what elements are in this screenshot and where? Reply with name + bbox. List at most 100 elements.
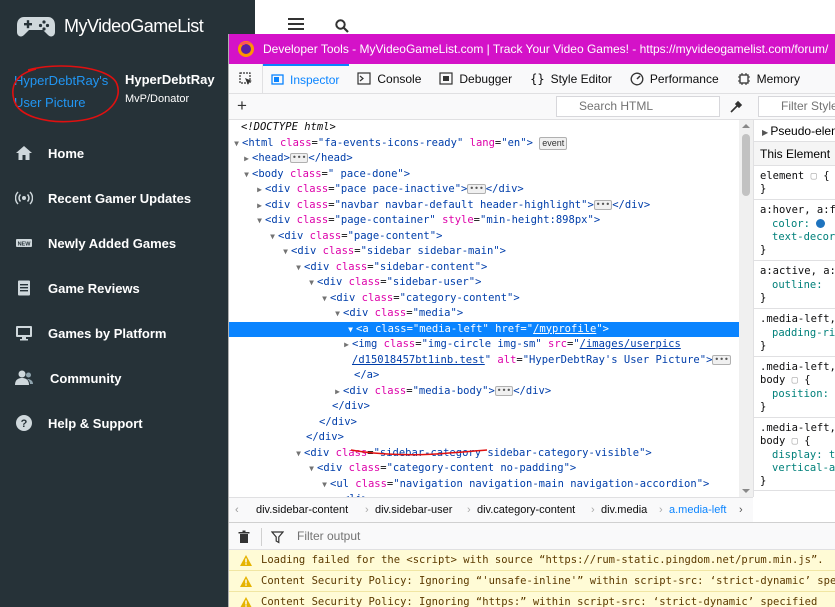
- markup-row[interactable]: ▼ <div class="category-content">: [229, 291, 739, 307]
- markup-row[interactable]: ▶ <div class="media-body"> ••• </div>: [229, 384, 739, 400]
- collapse-arrow-icon[interactable]: ▼: [241, 167, 252, 183]
- tab-inspector[interactable]: Inspector: [263, 63, 350, 94]
- attr-link[interactable]: /d15018457bt1inb.test: [352, 354, 485, 366]
- nav-item-games-by-platform[interactable]: Games by Platform: [14, 322, 167, 344]
- collapse-arrow-icon[interactable]: ▼: [254, 213, 265, 229]
- markup-row[interactable]: /d15018457bt1inb.test" alt="HyperDebtRay…: [229, 353, 739, 369]
- rule-selector[interactable]: .media-left,: [760, 313, 835, 326]
- markup-row[interactable]: <!DOCTYPE html>: [229, 120, 739, 136]
- trash-icon[interactable]: [237, 530, 251, 544]
- markup-row[interactable]: ▶ <img class="img-circle img-sm" src="/im…: [229, 337, 739, 353]
- markup-row[interactable]: ▼ <div class="page-content">: [229, 229, 739, 245]
- console-warning-row[interactable]: Loading failed for the <script> with sou…: [229, 550, 835, 571]
- console-filter-input[interactable]: Filter output: [297, 529, 360, 543]
- scroll-down-arrow-icon[interactable]: [742, 487, 750, 495]
- rule-property[interactable]: position:: [772, 388, 829, 401]
- tab-console[interactable]: Console: [349, 64, 431, 94]
- collapse-arrow-icon[interactable]: ▼: [293, 260, 304, 276]
- markup-row[interactable]: ▼ <div class="media">: [229, 306, 739, 322]
- collapse-arrow-icon[interactable]: ▼: [319, 291, 330, 307]
- nav-item-help-support[interactable]: ? Help & Support: [14, 412, 143, 434]
- markup-row[interactable]: </div>: [229, 399, 739, 415]
- add-node-button[interactable]: +: [237, 97, 247, 115]
- expand-arrow-icon[interactable]: ▶: [332, 384, 343, 400]
- ellipsis-badge[interactable]: •••: [467, 184, 486, 194]
- search-icon[interactable]: [335, 19, 349, 33]
- markup-row[interactable]: </div>: [229, 430, 739, 446]
- breadcrumb-item[interactable]: div.category-content: [477, 498, 575, 522]
- markup-row[interactable]: </a>: [229, 368, 739, 384]
- markup-row[interactable]: ▶ <div class="pace pace-inactive"> ••• </di…: [229, 182, 739, 198]
- tab-style-editor[interactable]: {} Style Editor: [522, 64, 622, 94]
- collapse-arrow-icon[interactable]: ▼: [319, 477, 330, 493]
- collapse-arrow-icon[interactable]: ▼: [306, 461, 317, 477]
- nav-item-community[interactable]: Community: [14, 367, 122, 389]
- rule-selector[interactable]: .media-left,: [760, 422, 835, 435]
- expand-arrow-icon[interactable]: ▶: [254, 198, 265, 214]
- user-name[interactable]: HyperDebtRay: [125, 72, 215, 87]
- markup-row[interactable]: ▼ <div class="page-container" style="min-…: [229, 213, 739, 229]
- ellipsis-badge[interactable]: •••: [593, 199, 613, 210]
- collapse-arrow-icon[interactable]: ▼: [280, 244, 291, 260]
- rule-selector[interactable]: a:hover, a:focus: [760, 204, 835, 217]
- rule-selector[interactable]: a:active, a:hover: [760, 265, 835, 278]
- devtools-titlebar[interactable]: Developer Tools - MyVideoGameList.com | …: [229, 34, 835, 64]
- collapse-arrow-icon[interactable]: ▼: [267, 229, 278, 245]
- markup-row[interactable]: ▶ <div class="navbar navbar-default heade…: [229, 198, 739, 214]
- rule-property[interactable]: text-decoration: [772, 231, 835, 244]
- rule-property[interactable]: display: t: [772, 449, 835, 462]
- hamburger-menu-icon[interactable]: [288, 18, 304, 30]
- rule-selector[interactable]: .media-left,: [760, 361, 835, 374]
- collapse-arrow-icon[interactable]: ▼: [332, 306, 343, 322]
- pick-element-button[interactable]: [229, 63, 263, 94]
- expand-arrow-icon[interactable]: ▶: [241, 151, 252, 167]
- rule-property[interactable]: outline:: [772, 279, 823, 292]
- event-badge[interactable]: event: [539, 136, 568, 150]
- console-warning-row[interactable]: Content Security Policy: Ignoring “'unsa…: [229, 571, 835, 592]
- markup-row[interactable]: ▶ <head> ••• </head>: [229, 151, 739, 167]
- ellipsis-badge[interactable]: •••: [494, 385, 514, 396]
- markup-row[interactable]: ▼ <html class="fa-events-icons-ready" lan…: [229, 136, 739, 152]
- tab-performance[interactable]: Performance: [622, 64, 729, 94]
- scrollbar-thumb[interactable]: [742, 134, 750, 196]
- markup-row[interactable]: ▼ <div class="sidebar-content">: [229, 260, 739, 276]
- collapse-arrow-icon[interactable]: ▼: [306, 275, 317, 291]
- breadcrumb-item-active[interactable]: a.media-left: [669, 498, 726, 522]
- breadcrumb-item[interactable]: div.sidebar-user: [375, 498, 452, 522]
- rule-property[interactable]: vertical-a: [772, 462, 835, 475]
- breadcrumb-prev-icon[interactable]: ‹: [235, 498, 239, 522]
- collapse-arrow-icon[interactable]: ▼: [231, 136, 242, 152]
- rule-selector[interactable]: body ▢ {: [760, 435, 811, 448]
- rule-selector[interactable]: element ▢ {: [760, 170, 830, 183]
- markup-scrollbar[interactable]: [739, 120, 753, 497]
- markup-row[interactable]: ▼ <div class="sidebar sidebar-main">: [229, 244, 739, 260]
- collapse-arrow-icon[interactable]: ▼: [293, 446, 304, 462]
- console-warning-row[interactable]: Content Security Policy: Ignoring “https…: [229, 592, 835, 607]
- filter-styles-input[interactable]: Filter Styles: [758, 96, 835, 117]
- attr-link[interactable]: /images/userpics: [580, 338, 681, 350]
- breadcrumb-next-icon[interactable]: ›: [739, 498, 743, 522]
- tab-debugger[interactable]: Debugger: [431, 64, 522, 94]
- markup-row[interactable]: ▼ <div class="category-content no-padding…: [229, 461, 739, 477]
- scroll-up-arrow-icon[interactable]: [742, 122, 750, 130]
- site-logo[interactable]: MyVideoGameList: [16, 11, 204, 41]
- tab-memory[interactable]: Memory: [729, 64, 810, 94]
- markup-row-selected[interactable]: ▼ <a class="media-left" href="/myprofile"…: [229, 321, 739, 338]
- markup-row[interactable]: ▼ <div class="sidebar-user">: [229, 275, 739, 291]
- markup-row[interactable]: ▼ <body class=" pace-done">: [229, 167, 739, 183]
- nav-item-home[interactable]: Home: [14, 142, 84, 164]
- breadcrumb-item[interactable]: div.media: [601, 498, 647, 522]
- rule-selector[interactable]: body ▢ {: [760, 374, 811, 387]
- nav-item-recent-gamer-updates[interactable]: Recent Gamer Updates: [14, 187, 191, 209]
- markup-row[interactable]: ▼ <ul class="navigation navigation-main n…: [229, 477, 739, 493]
- ellipsis-badge[interactable]: •••: [289, 153, 309, 163]
- collapse-arrow-icon[interactable]: ▼: [345, 322, 356, 338]
- breadcrumb-item[interactable]: div.sidebar-content: [256, 498, 348, 522]
- eyedropper-icon[interactable]: [729, 100, 743, 114]
- pseudo-elements-header[interactable]: ▶ Pseudo-elements: [754, 120, 835, 142]
- rule-property[interactable]: color:: [772, 218, 826, 231]
- ellipsis-badge[interactable]: •••: [712, 354, 731, 365]
- nav-item-game-reviews[interactable]: Game Reviews: [14, 277, 140, 299]
- attr-link[interactable]: /myprofile: [533, 323, 596, 335]
- markup-row[interactable]: </div>: [229, 415, 739, 431]
